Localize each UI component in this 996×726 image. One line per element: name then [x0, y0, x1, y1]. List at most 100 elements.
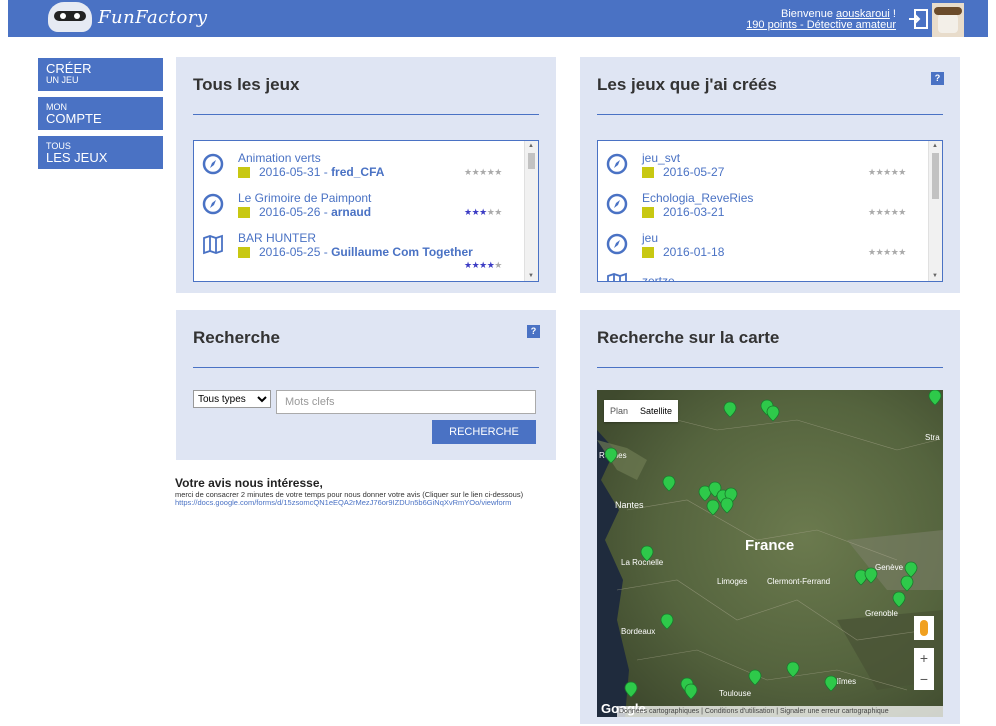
map-satellite-button[interactable]: Satellite: [634, 400, 678, 422]
help-icon[interactable]: ?: [527, 325, 540, 338]
game-meta: 2016-05-31 - fred_CFA: [238, 165, 384, 179]
feedback-link[interactable]: https://docs.google.com/forms/d/15zsomcQ…: [175, 499, 555, 507]
game-author: arnaud: [331, 205, 372, 219]
list-item[interactable]: jeu 2016-01-18 ★★★★★: [598, 221, 924, 263]
game-title[interactable]: Echologia_ReveRies: [642, 191, 753, 205]
map-label-france: France: [745, 537, 794, 554]
compass-icon: [202, 193, 224, 215]
search-button[interactable]: RECHERCHE: [432, 420, 536, 444]
rating-stars: ★★★★★: [868, 207, 906, 217]
rating-stars: ★★★★★: [464, 207, 502, 217]
scrollbar[interactable]: ▲ ▼: [524, 141, 538, 281]
pegman-icon[interactable]: [914, 616, 934, 640]
my-games-panel: Les jeux que j'ai créés ? jeu_svt 2016-0…: [580, 57, 960, 293]
map-search-panel: Recherche sur la carte Rennes Nantes Fra…: [580, 310, 960, 724]
scroll-up-arrow-icon[interactable]: ▲: [932, 143, 938, 149]
game-date: 2016-05-31: [259, 165, 321, 179]
all-games-list[interactable]: Animation verts 2016-05-31 - fred_CFA ★★…: [193, 140, 539, 282]
scrollbar[interactable]: ▲ ▼: [928, 141, 942, 281]
rating-stars: ★★★★★: [868, 167, 906, 177]
game-meta: 2016-03-21: [642, 205, 724, 219]
compass-icon: [606, 153, 628, 175]
tag-square: [642, 206, 654, 218]
game-title[interactable]: zertze: [642, 274, 675, 281]
rating-stars: ★★★★★: [464, 260, 502, 270]
map-type-toggle[interactable]: Plan Satellite: [604, 400, 679, 422]
nav-create-large: Créer: [46, 61, 92, 76]
nav-all-games[interactable]: Tous les jeux: [38, 136, 163, 169]
map-label-grenoble: Grenoble: [865, 609, 898, 618]
logout-icon[interactable]: [908, 9, 928, 29]
game-title[interactable]: Animation verts: [238, 151, 321, 165]
my-games-title: Les jeux que j'ai créés: [597, 75, 777, 94]
zoom-out-button[interactable]: −: [914, 669, 934, 690]
map-label-bordeaux: Bordeaux: [621, 627, 655, 636]
map-icon: [203, 234, 223, 255]
map-label-stra: Stra: [925, 433, 940, 442]
game-author: Guillaume Com Together: [331, 245, 473, 259]
scroll-down-arrow-icon[interactable]: ▼: [932, 273, 938, 279]
game-author: fred_CFA: [331, 165, 385, 179]
compass-icon: [606, 193, 628, 215]
nav-account-large: Compte: [46, 111, 102, 126]
compass-icon: [606, 233, 628, 255]
list-item[interactable]: BAR HUNTER 2016-05-25 - Guillaume Com To…: [194, 221, 520, 270]
nav-my-account[interactable]: Mon Compte: [38, 97, 163, 130]
divider: [193, 367, 539, 368]
satellite-map[interactable]: Rennes Nantes France La Rochelle Limoges…: [597, 390, 943, 717]
tag-square: [642, 246, 654, 258]
tag-square: [642, 166, 654, 178]
tag-square: [238, 206, 250, 218]
nav-create-small: un jeu: [46, 75, 79, 85]
zoom-control[interactable]: + −: [914, 648, 934, 690]
divider: [597, 367, 943, 368]
game-date: 2016-03-21: [663, 205, 725, 219]
zoom-in-button[interactable]: +: [914, 648, 934, 669]
game-title[interactable]: jeu: [642, 231, 658, 245]
type-select[interactable]: Tous types: [193, 390, 271, 408]
help-icon[interactable]: ?: [931, 72, 944, 85]
scroll-down-arrow-icon[interactable]: ▼: [528, 273, 534, 279]
search-title: Recherche: [193, 328, 280, 347]
game-title[interactable]: jeu_svt: [642, 151, 680, 165]
tag-square: [238, 246, 250, 258]
logo[interactable]: FunFactory: [48, 2, 208, 32]
map-footer[interactable]: Données cartographiques | Conditions d'u…: [617, 706, 943, 717]
game-meta: 2016-05-27: [642, 165, 724, 179]
game-date: 2016-01-18: [663, 245, 725, 259]
map-plan-button[interactable]: Plan: [604, 400, 634, 422]
list-item[interactable]: Le Grimoire de Paimpont 2016-05-26 - arn…: [194, 181, 520, 223]
map-label-toulouse: Toulouse: [719, 689, 752, 698]
list-item[interactable]: zertze: [598, 261, 924, 281]
map-search-title: Recherche sur la carte: [597, 328, 780, 347]
divider: [193, 114, 539, 115]
my-games-list[interactable]: jeu_svt 2016-05-27 ★★★★★ Echologia_ReveR…: [597, 140, 943, 282]
feedback-block: Votre avis nous intéresse, merci de cons…: [175, 476, 555, 507]
scroll-up-arrow-icon[interactable]: ▲: [528, 143, 534, 149]
compass-icon: [202, 153, 224, 175]
map-label-limoges: Limoges: [717, 577, 747, 586]
logo-text: FunFactory: [98, 6, 208, 28]
tag-square: [238, 166, 250, 178]
points-link[interactable]: 190 points - Détective amateur: [746, 19, 896, 31]
keywords-input[interactable]: [276, 390, 536, 414]
scrollbar-thumb[interactable]: [932, 153, 939, 199]
game-date: 2016-05-26: [259, 205, 321, 219]
rating-stars: ★★★★★: [464, 167, 502, 177]
nav-all-large: les jeux: [46, 150, 108, 165]
map-icon: [607, 272, 627, 281]
list-item[interactable]: Animation verts 2016-05-31 - fred_CFA ★★…: [194, 141, 520, 183]
divider: [597, 114, 943, 115]
game-title[interactable]: Le Grimoire de Paimpont: [238, 191, 371, 205]
nav-create-game[interactable]: Créer un jeu: [38, 58, 163, 91]
map-label-geneve: Genève: [875, 563, 904, 572]
map-view[interactable]: Rennes Nantes France La Rochelle Limoges…: [597, 390, 943, 717]
game-meta: 2016-05-26 - arnaud: [238, 205, 371, 219]
list-item[interactable]: Echologia_ReveRies 2016-03-21 ★★★★★: [598, 181, 924, 223]
all-games-panel: Tous les jeux Animation verts 2016-05-31…: [176, 57, 556, 293]
feedback-heading: Votre avis nous intéresse,: [175, 476, 323, 490]
avatar[interactable]: [932, 3, 964, 37]
scrollbar-thumb[interactable]: [528, 153, 535, 169]
list-item[interactable]: jeu_svt 2016-05-27 ★★★★★: [598, 141, 924, 183]
game-title[interactable]: BAR HUNTER: [238, 231, 316, 245]
